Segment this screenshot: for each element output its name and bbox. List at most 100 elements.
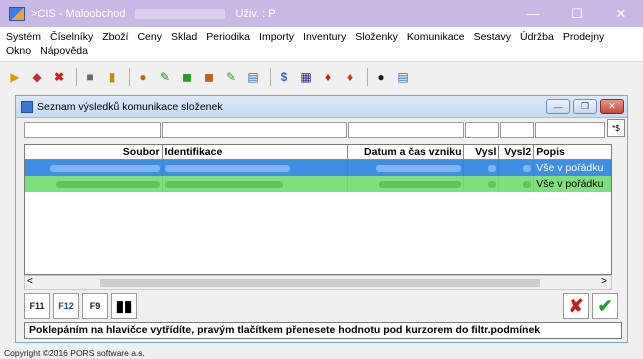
document-icon[interactable]: ▮ [103, 68, 121, 86]
cell-vysl2 [499, 176, 535, 192]
cell-datum [348, 176, 465, 192]
column-header-identifikace[interactable]: Identifikace [163, 145, 348, 160]
filter-datum-input[interactable] [348, 122, 464, 138]
table-row-selected[interactable]: Vše v pořádku [25, 160, 611, 176]
close-button[interactable]: ✕ [599, 0, 643, 27]
scroll-right-arrow-icon[interactable]: > [601, 276, 607, 287]
child-restore-button[interactable]: ❐ [573, 99, 597, 114]
filter-row [24, 122, 606, 139]
f9-label: F9 [89, 301, 101, 311]
bottom-toolbar: F11 F12 F9 ▮▮ ✘ ✔ [24, 291, 622, 325]
horizontal-scrollbar[interactable]: < > [24, 275, 612, 290]
binoculars-icon[interactable]: ▮▮ [111, 293, 137, 319]
arrow-icon[interactable]: ◆ [28, 68, 46, 86]
menu-komunikace[interactable]: Komunikace [407, 31, 465, 43]
user-label: Uživ. : P [235, 7, 276, 20]
filter-popis-input[interactable] [535, 122, 605, 138]
menu-slozenky[interactable]: Složenky [355, 31, 398, 43]
table-row[interactable]: Vše v pořádku [25, 176, 611, 192]
child-titlebar: Seznam výsledků komunikace složenek — ❐ … [16, 96, 627, 118]
app-title: >CIS - Maloobchod [31, 7, 126, 20]
cell-vysl2 [499, 160, 535, 176]
f11-calculator-button[interactable]: F11 [24, 293, 50, 319]
filter-identifikace-input[interactable] [162, 122, 347, 138]
menu-row-1: Systém Číselníky Zboží Ceny Sklad Period… [6, 30, 643, 44]
column-header-soubor[interactable]: Soubor [25, 145, 163, 160]
column-header-vysl[interactable]: Vysl [464, 145, 500, 160]
child-close-button[interactable]: ✕ [600, 99, 624, 114]
menu-inventury[interactable]: Inventury [303, 31, 346, 43]
minimize-button[interactable]: — [511, 0, 555, 27]
play-icon[interactable]: ▶ [6, 68, 24, 86]
toolbar: ▶ ◆ ✖ ■ ▮ ● ✎ ◼ ◼ ✎ ▤ $ ▦ ♦ ♦ ● ▤ [0, 61, 643, 91]
chart-icon[interactable]: ▤ [244, 68, 262, 86]
cancel-icon[interactable]: ✘ [563, 293, 589, 319]
cell-soubor [25, 160, 163, 176]
menu-row-2: Okno Nápověda [6, 44, 643, 58]
cell-soubor [25, 176, 163, 192]
menu-zbozi[interactable]: Zboží [102, 31, 128, 43]
toolbar-separator [270, 67, 271, 86]
print-icon[interactable]: ▤ [394, 68, 412, 86]
paint-icon[interactable]: ✎ [222, 68, 240, 86]
menu-napoveda[interactable]: Nápověda [40, 45, 88, 57]
receipt-icon[interactable]: ♦ [341, 68, 359, 86]
toolbar-separator [129, 67, 130, 86]
grid-header: Soubor Identifikace Datum a čas vzniku V… [25, 145, 611, 160]
menu-importy[interactable]: Importy [259, 31, 294, 43]
clipboard-icon[interactable]: ■ [81, 68, 99, 86]
money-icon[interactable]: ♦ [319, 68, 337, 86]
cell-popis: Vše v pořádku [534, 160, 611, 176]
column-header-datum[interactable]: Datum a čas vzniku [348, 145, 465, 160]
child-minimize-button[interactable]: — [546, 99, 570, 114]
child-title: Seznam výsledků komunikace složenek [37, 100, 223, 113]
menu-ceny[interactable]: Ceny [137, 31, 162, 43]
cell-datum [348, 160, 465, 176]
users-icon[interactable]: ● [134, 68, 152, 86]
package-icon[interactable]: ◼ [200, 68, 218, 86]
menu-sestavy[interactable]: Sestavy [474, 31, 511, 43]
cell-vysl [464, 160, 500, 176]
app-icon [9, 6, 25, 21]
child-window: Seznam výsledků komunikace složenek — ❐ … [15, 95, 628, 343]
f12-numbering-button[interactable]: F12 [53, 293, 79, 319]
filter-vysl-input[interactable] [465, 122, 499, 138]
status-message: Poklepáním na hlavičce vytřídíte, pravým… [24, 322, 622, 339]
help-icon[interactable]: ● [372, 68, 390, 86]
cell-identifikace [163, 160, 348, 176]
toolbar-separator [76, 67, 77, 86]
confirm-check-icon[interactable]: ✔ [592, 293, 618, 319]
filter-soubor-input[interactable] [24, 122, 161, 138]
dollar-icon[interactable]: $ [275, 68, 293, 86]
filter-apply-button[interactable]: *$ [607, 119, 625, 137]
delete-icon[interactable]: ✖ [50, 68, 68, 86]
copyright-text: Copyright ©2016 PORS software a.s. [4, 348, 145, 358]
scroll-left-arrow-icon[interactable]: < [27, 276, 33, 287]
scrollbar-thumb[interactable] [100, 279, 540, 287]
cell-identifikace [163, 176, 348, 192]
menu-system[interactable]: Systém [6, 31, 41, 43]
filter-vysl2-input[interactable] [500, 122, 534, 138]
redacted-title [135, 8, 226, 19]
list-icon [21, 100, 33, 113]
menu-sklad[interactable]: Sklad [171, 31, 197, 43]
menu-periodika[interactable]: Periodika [206, 31, 250, 43]
menu-ciselniky[interactable]: Číselníky [50, 31, 93, 43]
menu-prodejny[interactable]: Prodejny [563, 31, 604, 43]
maximize-button[interactable]: ☐ [555, 0, 599, 27]
f9-print-button[interactable]: F9 [82, 293, 108, 319]
column-header-popis[interactable]: Popis [534, 145, 611, 160]
tools-icon[interactable]: ✎ [156, 68, 174, 86]
app-titlebar: >CIS - Maloobchod Uživ. : P — ☐ ✕ [0, 0, 643, 27]
column-header-vysl2[interactable]: Vysl2 [499, 145, 535, 160]
results-grid[interactable]: Soubor Identifikace Datum a čas vzniku V… [24, 144, 612, 275]
f11-label: F11 [29, 301, 45, 311]
table-icon[interactable]: ▦ [297, 68, 315, 86]
cell-popis: Vše v pořádku [534, 176, 611, 192]
menu-udrzba[interactable]: Údržba [520, 31, 554, 43]
menu-okno[interactable]: Okno [6, 45, 31, 57]
box-icon[interactable]: ◼ [178, 68, 196, 86]
toolbar-separator [367, 67, 368, 86]
f12-label: F12 [58, 301, 74, 311]
menu-bar: Systém Číselníky Zboží Ceny Sklad Period… [0, 27, 643, 61]
